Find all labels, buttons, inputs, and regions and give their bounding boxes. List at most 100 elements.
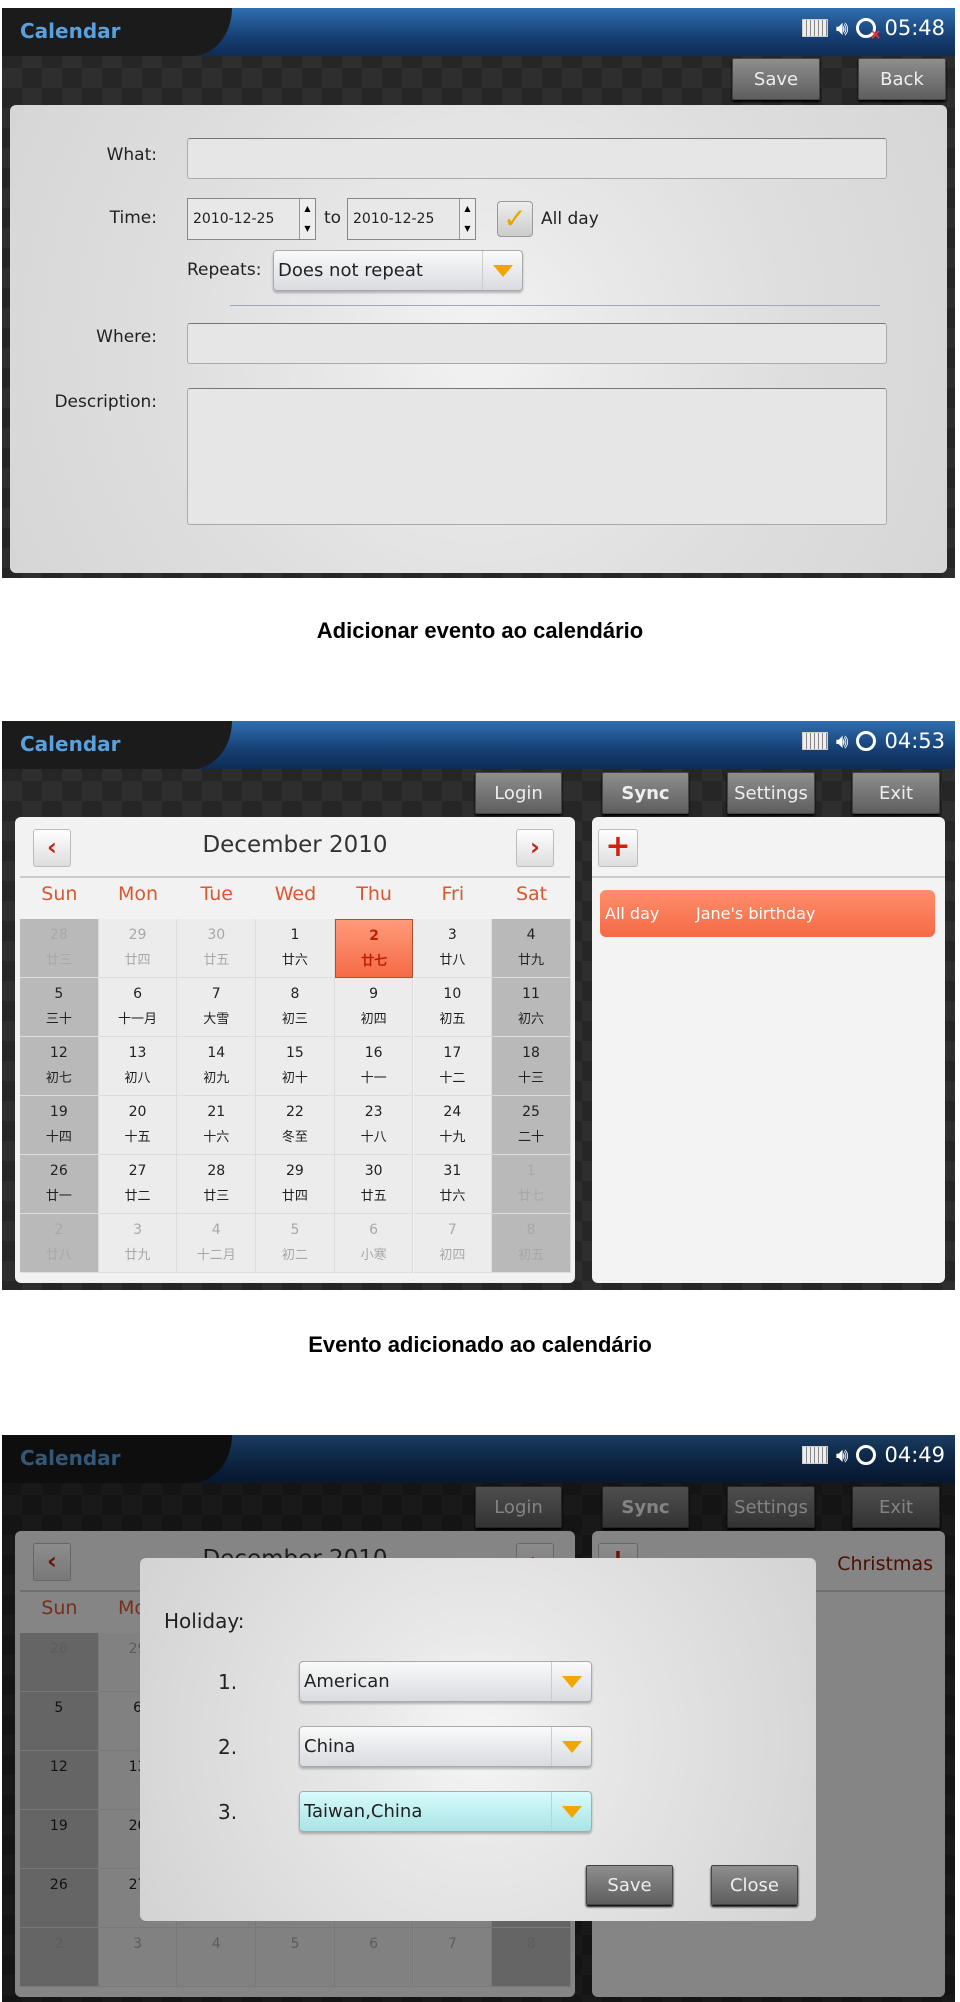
clock: 04:53 (884, 729, 945, 753)
day-cell[interactable]: 30 廿五 (177, 919, 257, 978)
day-cell[interactable]: 7 大雪 (177, 978, 257, 1037)
speaker-icon[interactable]: 🔊︎ (836, 729, 849, 753)
description-textarea[interactable] (187, 388, 887, 525)
chevron-right-icon[interactable]: › (516, 829, 554, 867)
day-number: 22 (286, 1104, 304, 1120)
login-button[interactable]: Login (475, 772, 562, 814)
day-cell[interactable]: 27 廿二 (98, 1155, 178, 1214)
day-number: 10 (443, 986, 462, 1002)
settings-button[interactable]: Settings (727, 772, 815, 814)
day-cell[interactable]: 15 初十 (256, 1037, 335, 1096)
keyboard-icon[interactable] (801, 732, 828, 750)
end-date-field[interactable]: 2010-12-25 ▲ ▼ (347, 198, 476, 240)
holiday-dropdown-1[interactable]: American (299, 1661, 592, 1702)
day-cell[interactable]: 20 十五 (98, 1096, 178, 1155)
day-cell[interactable]: 26 廿一 (20, 1155, 99, 1214)
keyboard-icon[interactable] (801, 19, 828, 37)
add-event-button[interactable]: + (598, 829, 638, 867)
day-cell[interactable]: 6 小寒 (334, 1214, 414, 1273)
chevron-left-icon[interactable]: ‹ (33, 829, 71, 867)
day-number: 6 (369, 1222, 379, 1238)
day-cell[interactable]: 23 十八 (334, 1096, 414, 1155)
day-cell[interactable]: 5 三十 (20, 978, 99, 1037)
day-cell[interactable]: 1 廿六 (256, 919, 335, 978)
day-number: 3 (447, 927, 457, 943)
day-cell[interactable]: 8 初五 (492, 1214, 571, 1273)
exit-button[interactable]: Exit (852, 772, 940, 814)
day-cell[interactable]: 1 廿七 (492, 1155, 571, 1214)
status-bar: 🔊︎ 04:53 (801, 729, 945, 753)
lunar-date: 初五 (518, 1248, 545, 1263)
day-cell[interactable]: 25 二十 (492, 1096, 571, 1155)
lunar-date: 初三 (281, 1012, 308, 1027)
speaker-icon[interactable]: 🔊︎ (836, 16, 849, 40)
all-day-checkbox[interactable]: ✓ (497, 201, 533, 237)
start-date-field[interactable]: 2010-12-25 ▲ ▼ (187, 198, 316, 240)
end-date-spinner[interactable]: ▲ ▼ (459, 199, 475, 239)
save-button[interactable]: Save (732, 58, 820, 100)
day-cell[interactable]: 5 初二 (256, 1214, 335, 1273)
divider (592, 876, 945, 878)
day-cell[interactable]: 18 十三 (492, 1037, 571, 1096)
checkmark-icon: ✓ (503, 202, 527, 235)
lunar-date: 十四 (45, 1130, 72, 1145)
day-cell[interactable]: 4 廿九 (492, 919, 571, 978)
what-input[interactable] (187, 138, 887, 179)
weekday-mon: Mon (118, 883, 159, 905)
day-cell[interactable]: 29 廿四 (256, 1155, 335, 1214)
lunar-date: 廿八 (45, 1248, 72, 1263)
day-cell[interactable]: 21 十六 (177, 1096, 257, 1155)
lunar-date: 三十 (45, 1012, 72, 1027)
holiday-dropdown-3[interactable]: Taiwan,China (299, 1791, 592, 1832)
triangle-down-icon (551, 1792, 591, 1831)
day-cell[interactable]: 6 十一月 (98, 978, 178, 1037)
day-cell[interactable]: 29 廿四 (98, 919, 178, 978)
speaker-icon: 🔊︎ (835, 1443, 849, 1467)
day-cell[interactable]: 16 十一 (334, 1037, 414, 1096)
day-cell[interactable]: 3 廿八 (413, 919, 493, 978)
day-cell[interactable]: 31 廿六 (413, 1155, 493, 1214)
day-cell[interactable]: 4 十二月 (177, 1214, 257, 1273)
dialog-close-button[interactable]: Close (711, 1865, 798, 1905)
where-input[interactable] (187, 323, 887, 364)
time-label: Time: (109, 208, 157, 228)
day-cell[interactable]: 2 廿八 (20, 1214, 99, 1273)
day-cell[interactable]: 28 廿三 (177, 1155, 257, 1214)
day-cell[interactable]: 3 廿九 (98, 1214, 178, 1273)
day-cell[interactable]: 22 冬至 (256, 1096, 335, 1155)
dialog-save-button[interactable]: Save (586, 1865, 673, 1905)
lunar-date: 初九 (203, 1071, 230, 1086)
day-cell[interactable]: 28 廿三 (20, 919, 99, 978)
lunar-date: 廿九 (518, 953, 545, 968)
triangle-down-icon (482, 251, 522, 290)
day-number: 4 (526, 927, 536, 943)
day-cell[interactable]: 14 初九 (177, 1037, 257, 1096)
lunar-date: 廿五 (360, 1189, 387, 1204)
day-cell[interactable]: 12 初七 (20, 1037, 99, 1096)
day-cell[interactable]: 10 初五 (413, 978, 493, 1037)
lunar-date: 初四 (439, 1248, 466, 1263)
day-number: 24 (443, 1104, 462, 1120)
holiday-label: Holiday: (164, 1609, 245, 1633)
holiday-dropdown-2[interactable]: China (299, 1726, 592, 1767)
day-number: 28 (207, 1163, 226, 1179)
day-cell[interactable]: 17 十二 (413, 1037, 493, 1096)
holiday-dialog-screen: Calendar Login Sync Settings Exit Decemb… (2, 1435, 955, 2002)
day-cell[interactable]: 13 初八 (98, 1037, 178, 1096)
day-cell[interactable]: 11 初六 (492, 978, 571, 1037)
event-item[interactable]: All day Jane's birthday (600, 890, 935, 937)
lunar-date: 初七 (45, 1071, 72, 1086)
day-cell[interactable]: 24 十九 (413, 1096, 493, 1155)
day-cell[interactable]: 9 初四 (334, 978, 414, 1037)
plus-icon: + (605, 829, 631, 864)
sync-button[interactable]: Sync (602, 772, 689, 814)
month-calendar: December 2010 ‹ › SunMonTueWedThuFriSat … (15, 817, 575, 1283)
start-date-spinner[interactable]: ▲ ▼ (299, 199, 315, 239)
day-cell[interactable]: 8 初三 (256, 978, 335, 1037)
day-cell[interactable]: 19 十四 (20, 1096, 99, 1155)
repeats-dropdown[interactable]: Does not repeat (273, 250, 523, 291)
day-cell[interactable]: 7 初四 (413, 1214, 493, 1273)
back-button[interactable]: Back (858, 58, 946, 100)
day-cell[interactable]: 30 廿五 (334, 1155, 414, 1214)
day-cell[interactable]: 2 廿七 (334, 919, 414, 978)
